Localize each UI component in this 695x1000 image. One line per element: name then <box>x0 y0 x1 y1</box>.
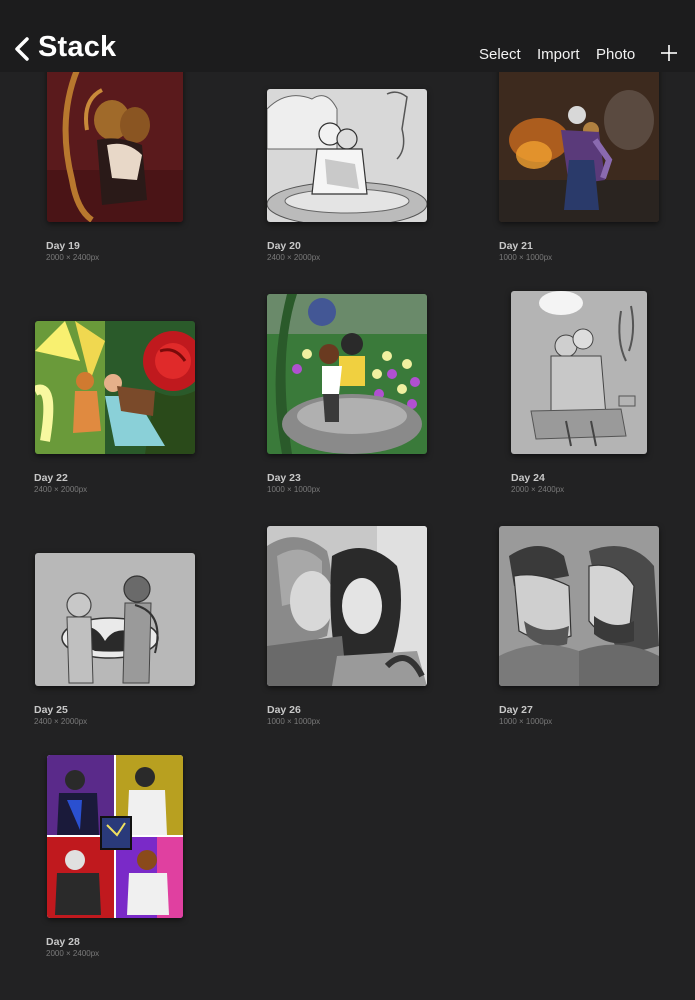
artwork-dimensions: 2000 × 2400px <box>46 253 100 262</box>
artwork-dimensions: 2000 × 2400px <box>46 949 100 958</box>
photo-button[interactable]: Photo <box>596 46 635 63</box>
artwork-thumbnail[interactable] <box>267 294 427 454</box>
artwork-name: Day 23 <box>267 472 301 484</box>
artwork-name: Day 20 <box>267 240 301 252</box>
artwork-dimensions: 2400 × 2000px <box>267 253 321 262</box>
chevron-left-icon <box>15 37 29 61</box>
artwork-name: Day 28 <box>46 936 80 948</box>
add-button[interactable] <box>660 44 678 62</box>
artwork-dimensions: 2400 × 2000px <box>34 485 88 494</box>
artwork-dimensions: 1000 × 1000px <box>499 717 553 726</box>
artwork-thumbnail[interactable] <box>511 291 647 454</box>
artwork-dimensions: 2400 × 2000px <box>34 717 88 726</box>
artwork-thumbnail[interactable] <box>47 60 183 222</box>
artwork-thumbnail[interactable] <box>47 755 183 918</box>
top-bar: Stack Select Import Photo <box>0 0 695 72</box>
artwork-name: Day 19 <box>46 240 80 252</box>
artwork-dimensions: 1000 × 1000px <box>267 485 321 494</box>
page-title: Stack <box>38 31 117 63</box>
artwork-thumbnail[interactable] <box>35 553 195 686</box>
back-button[interactable] <box>12 34 34 64</box>
artwork-thumbnail[interactable] <box>499 526 659 686</box>
artwork-name: Day 25 <box>34 704 68 716</box>
import-button[interactable]: Import <box>537 46 580 63</box>
select-button[interactable]: Select <box>479 46 521 63</box>
artwork-thumbnail[interactable] <box>35 321 195 454</box>
artwork-thumbnail[interactable] <box>267 89 427 222</box>
artwork-name: Day 26 <box>267 704 301 716</box>
plus-icon <box>661 45 677 61</box>
artwork-dimensions: 1000 × 1000px <box>267 717 321 726</box>
artwork-dimensions: 2000 × 2400px <box>511 485 565 494</box>
artwork-thumbnail[interactable] <box>267 526 427 686</box>
artwork-thumbnail[interactable] <box>499 60 659 222</box>
artwork-name: Day 21 <box>499 240 533 252</box>
artwork-name: Day 27 <box>499 704 533 716</box>
artwork-dimensions: 1000 × 1000px <box>499 253 553 262</box>
artwork-name: Day 22 <box>34 472 68 484</box>
artwork-name: Day 24 <box>511 472 545 484</box>
